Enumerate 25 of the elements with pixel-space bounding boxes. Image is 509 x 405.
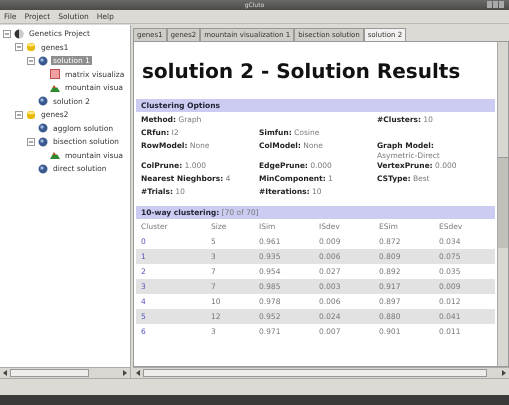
- collapse-icon[interactable]: [15, 110, 23, 119]
- mountain-icon: [50, 82, 60, 93]
- window-buttons-icon[interactable]: [487, 1, 505, 8]
- vertical-scrollbar[interactable]: [497, 42, 508, 366]
- horizontal-scrollbar[interactable]: [133, 367, 509, 378]
- collapse-icon[interactable]: [27, 56, 35, 65]
- cylinder-icon: [26, 110, 36, 120]
- globe-icon: [14, 28, 24, 39]
- scroll-right-icon[interactable]: [501, 370, 507, 376]
- mountain-icon: [50, 150, 60, 160]
- scroll-left-icon[interactable]: [135, 370, 141, 376]
- scroll-right-icon[interactable]: [122, 370, 128, 376]
- matrix-icon: [50, 69, 60, 80]
- sphere-icon: [38, 96, 48, 106]
- sphere-icon: [38, 56, 48, 66]
- sphere-icon: [38, 123, 48, 134]
- horizontal-scrollbar[interactable]: [0, 367, 130, 378]
- collapse-icon[interactable]: [3, 30, 11, 38]
- sphere-icon: [38, 164, 48, 174]
- page-heading: solution 2 - Solution Results: [142, 59, 462, 83]
- collapse-icon[interactable]: [15, 43, 23, 52]
- scroll-left-icon[interactable]: [2, 370, 8, 376]
- collapse-icon[interactable]: [27, 138, 35, 146]
- sphere-icon: [38, 136, 48, 147]
- cylinder-icon: [26, 42, 36, 52]
